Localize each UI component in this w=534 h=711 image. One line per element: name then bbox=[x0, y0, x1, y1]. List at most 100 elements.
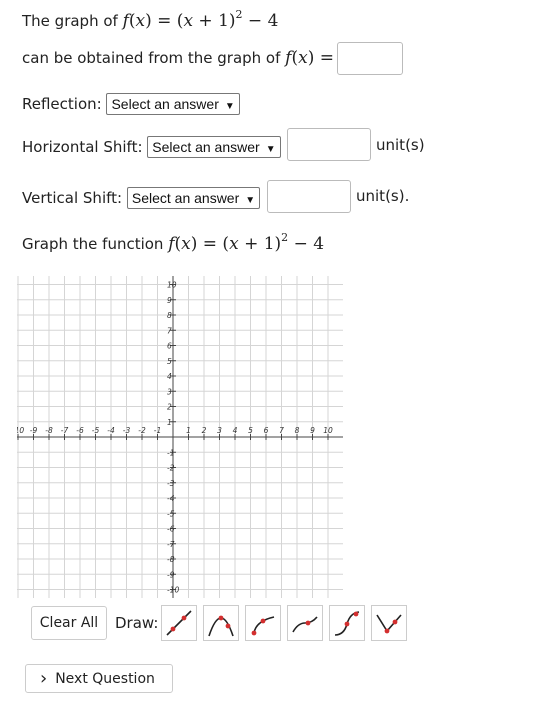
absolute-value-tool-button[interactable] bbox=[371, 605, 407, 641]
y-tick-label: 6 bbox=[167, 342, 172, 351]
clear-all-label: Clear All bbox=[39, 615, 99, 631]
parabola-down-tool-icon bbox=[208, 615, 234, 637]
chevron-right-icon: › bbox=[40, 667, 48, 689]
x-tick-label: -1 bbox=[154, 426, 161, 435]
math-eq: ) = ( bbox=[190, 234, 230, 254]
x-tick-label: 10 bbox=[323, 426, 333, 435]
y-tick-label: -3 bbox=[167, 479, 175, 488]
x-tick-label: -3 bbox=[123, 426, 131, 435]
x-tick-label: 3 bbox=[217, 426, 222, 435]
horizontal-label: Horizontal Shift: bbox=[22, 138, 143, 156]
chevron-down-icon: ▼ bbox=[265, 144, 276, 155]
y-tick-label: 9 bbox=[167, 296, 172, 305]
draw-label: Draw: bbox=[115, 614, 159, 632]
x-tick-label: -8 bbox=[45, 426, 53, 435]
math-x: x bbox=[183, 11, 194, 31]
y-tick-label: -2 bbox=[167, 464, 175, 473]
line-tool-button[interactable] bbox=[161, 605, 197, 641]
math-eq: ) = bbox=[307, 48, 334, 68]
math-tail: − 4 bbox=[242, 11, 279, 31]
y-tick-label: 3 bbox=[167, 387, 172, 396]
parabola-tool-button[interactable] bbox=[203, 605, 239, 641]
graph-prompt-text: Graph the function bbox=[22, 235, 169, 253]
next-question-button[interactable]: › Next Question bbox=[25, 664, 173, 693]
math-eq: ) = ( bbox=[145, 11, 184, 31]
y-tick-label: 2 bbox=[167, 403, 172, 412]
vertical-select[interactable]: Select an answer ▼ bbox=[126, 187, 261, 209]
vertical-unit: unit(s). bbox=[356, 187, 410, 205]
y-tick-label: 4 bbox=[167, 372, 172, 381]
y-tick-label: -7 bbox=[167, 540, 175, 549]
sqrt-tool-button[interactable] bbox=[245, 605, 281, 641]
y-tick-label: -1 bbox=[167, 448, 174, 457]
x-tick-label: -10 bbox=[17, 426, 24, 435]
question-line-1: The graph of f(x) = (x + 1)2 − 4 bbox=[22, 8, 279, 31]
clear-all-button[interactable]: Clear All bbox=[31, 606, 107, 640]
x-tick-label: -2 bbox=[138, 426, 146, 435]
sqrt-tool-icon bbox=[251, 616, 275, 636]
math-exponent: 2 bbox=[235, 8, 243, 21]
math-rest: + 1) bbox=[193, 11, 236, 31]
vertical-select-value: Select an answer bbox=[131, 190, 240, 206]
chevron-down-icon: ▼ bbox=[245, 195, 256, 206]
coordinate-grid[interactable]: -10 -9 -8 -7 -6 -5 -4 -3 -2 -1 1 2 3 4 5 6 7 8 9 10 10 9 8 7 6 5 4… bbox=[12, 276, 343, 598]
x-tick-label: 2 bbox=[202, 426, 207, 435]
question-text: can be obtained from the graph of bbox=[22, 49, 286, 67]
y-tick-label: -4 bbox=[167, 494, 175, 503]
y-tick-label: -8 bbox=[167, 555, 175, 564]
y-tick-label: -9 bbox=[167, 570, 175, 579]
x-tick-label: 1 bbox=[186, 426, 191, 435]
cube-root-tool-button[interactable] bbox=[287, 605, 323, 641]
math-tail: − 4 bbox=[288, 234, 325, 254]
graph-canvas[interactable]: -10 -9 -8 -7 -6 -5 -4 -3 -2 -1 1 2 3 4 5 6 7 8 9 10 10 9 8 7 6 5 4… bbox=[12, 276, 343, 598]
horizontal-select-value: Select an answer bbox=[152, 139, 260, 155]
parent-function-input[interactable] bbox=[337, 42, 403, 75]
x-tick-label: 5 bbox=[248, 426, 253, 435]
y-tick-label: 1 bbox=[167, 418, 172, 427]
x-tick-label: -7 bbox=[61, 426, 69, 435]
y-tick-label: -6 bbox=[167, 525, 175, 534]
question-text: The graph of bbox=[22, 12, 123, 30]
cubic-tool-button[interactable] bbox=[329, 605, 365, 641]
horizontal-select[interactable]: Select an answer ▼ bbox=[147, 136, 281, 158]
reflection-select[interactable]: Select an answer ▼ bbox=[106, 93, 240, 115]
y-tick-label: 8 bbox=[167, 311, 172, 320]
math-x: x bbox=[298, 48, 308, 68]
y-tick-label: 5 bbox=[167, 357, 172, 366]
math-x: x bbox=[229, 234, 239, 254]
line-tool-icon bbox=[166, 610, 192, 636]
x-tick-label: -4 bbox=[107, 426, 115, 435]
x-tick-label: -9 bbox=[30, 426, 38, 435]
reflection-label: Reflection: bbox=[22, 95, 102, 113]
vertical-row: Vertical Shift: Select an answer ▼ bbox=[22, 187, 261, 209]
math-x: x bbox=[135, 11, 146, 31]
y-tick-label: -5 bbox=[167, 509, 175, 518]
next-question-label: Next Question bbox=[55, 670, 155, 687]
vertical-shift-input[interactable] bbox=[267, 180, 351, 213]
math-rest: + 1) bbox=[238, 234, 282, 254]
x-tick-label: 6 bbox=[264, 426, 269, 435]
absolute-value-tool-icon bbox=[376, 614, 402, 634]
cube-root-tool-icon bbox=[292, 616, 318, 633]
math-exponent: 2 bbox=[281, 231, 289, 244]
horizontal-unit: unit(s) bbox=[376, 136, 425, 154]
horizontal-shift-input[interactable] bbox=[287, 128, 371, 161]
x-tick-label: -6 bbox=[76, 426, 84, 435]
chevron-down-icon: ▼ bbox=[224, 101, 235, 112]
graph-prompt: Graph the function f(x) = (x + 1)2 − 4 bbox=[22, 231, 325, 254]
vertical-label: Vertical Shift: bbox=[22, 189, 123, 207]
math-x: x bbox=[181, 234, 191, 254]
x-tick-label: 4 bbox=[233, 426, 238, 435]
horizontal-row: Horizontal Shift: Select an answer ▼ bbox=[22, 136, 281, 158]
cubic-tool-icon bbox=[334, 611, 360, 636]
question-line-2: can be obtained from the graph of f(x) = bbox=[22, 48, 334, 68]
y-tick-label: -10 bbox=[167, 586, 179, 595]
y-tick-label: 10 bbox=[167, 281, 177, 290]
reflection-select-value: Select an answer bbox=[111, 96, 219, 112]
x-tick-label: 8 bbox=[295, 426, 300, 435]
math-paren: ( bbox=[128, 11, 136, 31]
x-tick-label: 7 bbox=[279, 426, 284, 435]
x-tick-label: -5 bbox=[92, 426, 100, 435]
y-tick-label: 7 bbox=[167, 326, 172, 335]
x-tick-label: 9 bbox=[310, 426, 315, 435]
